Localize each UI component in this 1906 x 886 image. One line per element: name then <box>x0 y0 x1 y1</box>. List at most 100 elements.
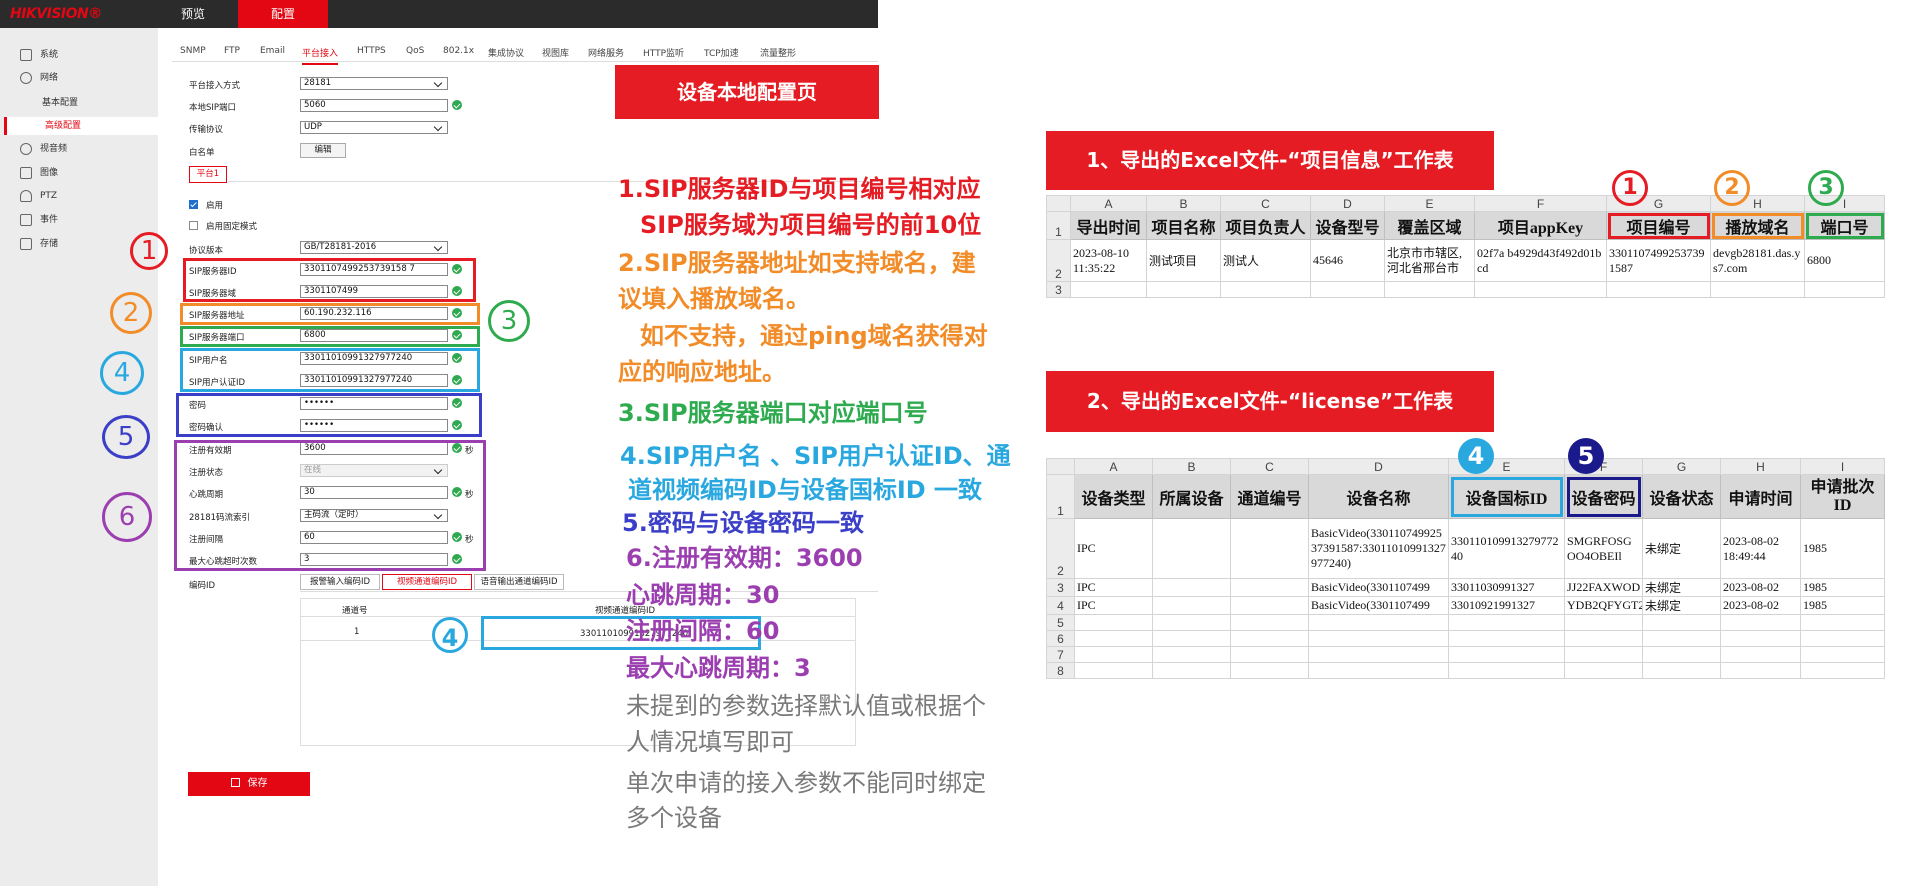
cell[interactable]: BasicVideo(33011074992537391587:33011010… <box>1308 518 1449 579</box>
tab-https[interactable]: HTTPS <box>357 46 386 56</box>
cell[interactable] <box>1606 281 1711 298</box>
transport-select[interactable]: UDP <box>300 121 448 134</box>
col-header[interactable]: D <box>1310 195 1385 212</box>
header-project-appkey[interactable]: 项目appKey <box>1474 211 1607 240</box>
col-header[interactable]: F <box>1474 195 1607 212</box>
col-header[interactable]: E <box>1384 195 1475 212</box>
cell[interactable] <box>1230 662 1309 679</box>
cell[interactable] <box>1070 281 1147 298</box>
cell[interactable] <box>1642 630 1721 647</box>
tab-platform-access[interactable]: 平台接入 <box>302 46 339 65</box>
row-number[interactable]: 2 <box>1046 518 1075 579</box>
cell[interactable] <box>1152 630 1231 647</box>
cell[interactable] <box>1800 614 1885 631</box>
tab-integration-protocol[interactable]: 集成协议 <box>488 46 524 59</box>
cell[interactable] <box>1230 596 1309 615</box>
cell[interactable]: 6800 <box>1804 239 1885 282</box>
cell[interactable] <box>1308 646 1449 663</box>
cell[interactable]: devgb28181.das.ys7.com <box>1710 239 1805 282</box>
cell[interactable] <box>1720 614 1801 631</box>
cell[interactable]: SMGRFOSGOO4OBEIl <box>1564 518 1643 579</box>
cell[interactable] <box>1230 578 1309 597</box>
col-header[interactable]: D <box>1308 458 1449 475</box>
header-channel-number[interactable]: 通道编号 <box>1230 474 1309 519</box>
col-header[interactable]: I <box>1800 458 1885 475</box>
tab-network-service[interactable]: 网络服务 <box>588 46 624 59</box>
cell[interactable] <box>1230 614 1309 631</box>
cell[interactable] <box>1474 281 1607 298</box>
cell[interactable] <box>1720 662 1801 679</box>
cell[interactable] <box>1642 646 1721 663</box>
tab-snmp[interactable]: SNMP <box>180 46 206 56</box>
cell[interactable]: 2023-08-02 <box>1720 596 1801 615</box>
tab-audio-output-id[interactable]: 语音输出通道编码ID <box>474 574 564 590</box>
sidebar-item-basic-config[interactable]: 基本配置 <box>42 94 78 112</box>
save-button[interactable]: 保存 <box>188 772 310 796</box>
row-number[interactable]: 3 <box>1046 281 1071 298</box>
col-header[interactable]: C <box>1220 195 1311 212</box>
cell[interactable] <box>1564 646 1643 663</box>
tab-video-channel-id[interactable]: 视频通道编码ID <box>382 574 472 590</box>
sidebar-item-advanced-config[interactable]: 高级配置 <box>4 117 158 135</box>
header-device-name[interactable]: 设备名称 <box>1308 474 1449 519</box>
header-play-domain[interactable]: 播放域名 <box>1710 211 1805 240</box>
row-number[interactable]: 8 <box>1046 662 1075 679</box>
platform-mode-select[interactable]: 28181 <box>300 77 448 90</box>
tab-http-listen[interactable]: HTTP监听 <box>643 46 684 59</box>
row-number[interactable]: 6 <box>1046 630 1075 647</box>
cell[interactable] <box>1074 614 1153 631</box>
cell[interactable] <box>1074 646 1153 663</box>
cell[interactable]: YDB2QFYGT2 <box>1564 596 1643 615</box>
cell[interactable]: 33011030991327 <box>1448 578 1565 597</box>
col-header[interactable]: A <box>1074 458 1153 475</box>
col-header[interactable]: G <box>1642 458 1721 475</box>
sidebar-item-image[interactable]: 图像 <box>20 164 58 182</box>
cell[interactable] <box>1804 281 1885 298</box>
sidebar-item-event[interactable]: 事件 <box>20 211 58 229</box>
col-header[interactable]: B <box>1152 458 1231 475</box>
cell[interactable]: IPC <box>1074 578 1153 597</box>
cell[interactable] <box>1800 630 1885 647</box>
cell[interactable] <box>1800 646 1885 663</box>
cell[interactable] <box>1230 646 1309 663</box>
sidebar-item-ptz[interactable]: PTZ <box>20 187 57 205</box>
cell[interactable] <box>1310 281 1385 298</box>
cell[interactable]: 未绑定 <box>1642 578 1721 597</box>
cell[interactable] <box>1448 630 1565 647</box>
tab-8021x[interactable]: 802.1x <box>443 46 474 56</box>
cell[interactable] <box>1152 662 1231 679</box>
cell[interactable]: 33011010991327977240 <box>1448 518 1565 579</box>
row-number[interactable]: 1 <box>1046 211 1071 240</box>
header-port[interactable]: 端口号 <box>1804 211 1885 240</box>
cell[interactable] <box>1308 630 1449 647</box>
header-device-status[interactable]: 设备状态 <box>1642 474 1721 519</box>
cell[interactable]: 2023-08-10 11:35:22 <box>1070 239 1147 282</box>
whitelist-edit-button[interactable]: 编辑 <box>300 143 346 158</box>
cell[interactable] <box>1152 578 1231 597</box>
cell[interactable] <box>1220 281 1311 298</box>
cell[interactable]: 未绑定 <box>1642 596 1721 615</box>
tab-alarm-input-id[interactable]: 报警输入编码ID <box>300 574 380 590</box>
cell[interactable]: JJ22FAXWOD <box>1564 578 1643 597</box>
cell[interactable]: 1985 <box>1800 518 1885 579</box>
cell[interactable] <box>1152 596 1231 615</box>
tab-platform-1[interactable]: 平台1 <box>189 166 227 183</box>
row-number[interactable]: 4 <box>1046 596 1075 615</box>
tab-tcp-acceleration[interactable]: TCP加速 <box>704 46 739 59</box>
header-export-time[interactable]: 导出时间 <box>1070 211 1147 240</box>
nav-config[interactable]: 配置 <box>238 0 328 28</box>
cell[interactable]: IPC <box>1074 596 1153 615</box>
cell[interactable]: 2023-08-02 <box>1720 578 1801 597</box>
tab-email[interactable]: Email <box>260 46 285 56</box>
col-header[interactable]: H <box>1720 458 1801 475</box>
cell[interactable]: BasicVideo(3301107499 <box>1308 596 1449 615</box>
cell[interactable] <box>1710 281 1805 298</box>
cell[interactable] <box>1152 518 1231 579</box>
cell[interactable] <box>1800 662 1885 679</box>
cell[interactable] <box>1642 614 1721 631</box>
cell[interactable] <box>1564 662 1643 679</box>
sidebar-item-network[interactable]: 网络 <box>20 69 58 87</box>
tab-traffic-shaping[interactable]: 流量整形 <box>760 46 796 59</box>
header-project-owner[interactable]: 项目负责人 <box>1220 211 1311 240</box>
cell[interactable]: BasicVideo(3301107499 <box>1308 578 1449 597</box>
